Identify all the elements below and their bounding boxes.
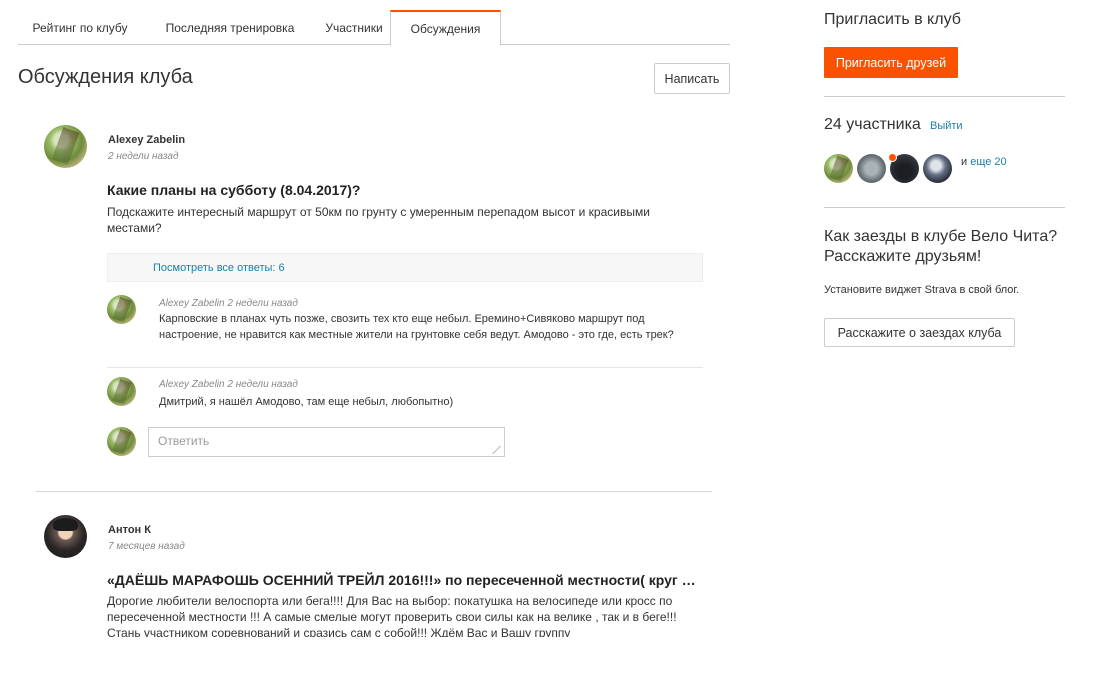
write-post-button[interactable]: Написать — [654, 63, 730, 94]
view-all-replies-link[interactable]: Посмотреть все ответы: 6 — [153, 262, 285, 274]
tab-last-workout[interactable]: Последняя тренировка — [142, 10, 318, 45]
reply-text: Карповские в планах чуть позже, свозить … — [159, 313, 674, 341]
widget-title-line1: Как заезды в клубе Вело Чита? — [824, 228, 1058, 245]
post-author[interactable]: Alexey Zabelin — [108, 134, 185, 146]
reply-meta: Alexey Zabelin 2 недели назад — [159, 379, 298, 390]
reply-input[interactable] — [148, 427, 505, 457]
club-tabs: Рейтинг по клубу Последняя тренировка Уч… — [18, 10, 730, 46]
post-divider — [36, 491, 712, 492]
reply-divider — [107, 367, 703, 368]
avatar[interactable] — [107, 295, 136, 324]
post-body: Дорогие любители велоспорта или бега!!!!… — [107, 594, 677, 637]
resize-handle[interactable] — [492, 446, 501, 454]
member-avatar[interactable] — [857, 154, 886, 183]
sidebar-divider — [824, 207, 1065, 208]
post-time: 7 месяцев назад — [108, 541, 185, 552]
reply-text: Дмитрий, я нашёл Амодово, там еще небыл,… — [159, 396, 454, 408]
leave-club-link[interactable]: Выйти — [930, 120, 963, 132]
members-count: 24 участника — [824, 116, 921, 133]
post-body: Подскажите интересный маршрут от 50км по… — [107, 205, 650, 235]
reply-time: 2 недели назад — [227, 298, 298, 309]
reply-author[interactable]: Alexey Zabelin — [159, 379, 225, 390]
post-title[interactable]: «ДАЁШЬ МАРАФОШЬ ОСЕННИЙ ТРЕЙЛ 2016!!!» п… — [107, 572, 703, 588]
post-title[interactable]: Какие планы на субботу (8.04.2017)? — [107, 182, 707, 198]
tab-discussions[interactable]: Обсуждения — [390, 10, 501, 46]
share-club-rides-button[interactable]: Расскажите о заездах клуба — [824, 318, 1015, 347]
avatar — [107, 427, 136, 456]
more-members: и еще 20 — [961, 156, 1007, 168]
reply-author[interactable]: Alexey Zabelin — [159, 298, 225, 309]
tab-club-rating[interactable]: Рейтинг по клубу — [18, 10, 142, 45]
invite-friends-button[interactable]: Пригласить друзей — [824, 47, 958, 78]
avatar[interactable] — [44, 125, 87, 168]
more-members-prefix: и — [961, 156, 968, 168]
widget-title-line2: Расскажите друзьям! — [824, 248, 982, 265]
member-avatar[interactable] — [824, 154, 853, 183]
post-author[interactable]: Антон К — [108, 524, 151, 536]
sidebar-divider — [824, 96, 1065, 97]
invite-title: Пригласить в клуб — [824, 11, 961, 28]
reply-time: 2 недели назад — [227, 379, 298, 390]
widget-title: Как заезды в клубе Вело Чита? Расскажите… — [824, 227, 1057, 267]
widget-text: Установите виджет Strava в свой блог. — [824, 284, 1020, 296]
all-replies-bar: Посмотреть все ответы: 6 — [107, 253, 703, 282]
avatar[interactable] — [107, 377, 136, 406]
more-members-link[interactable]: еще 20 — [970, 156, 1006, 168]
premium-badge-icon — [888, 153, 897, 162]
page-title: Обсуждения клуба — [18, 66, 193, 88]
member-avatar[interactable] — [923, 154, 952, 183]
post-time: 2 недели назад — [108, 151, 179, 162]
tab-members[interactable]: Участники — [318, 10, 392, 45]
reply-meta: Alexey Zabelin 2 недели назад — [159, 298, 298, 309]
avatar[interactable] — [44, 515, 87, 558]
